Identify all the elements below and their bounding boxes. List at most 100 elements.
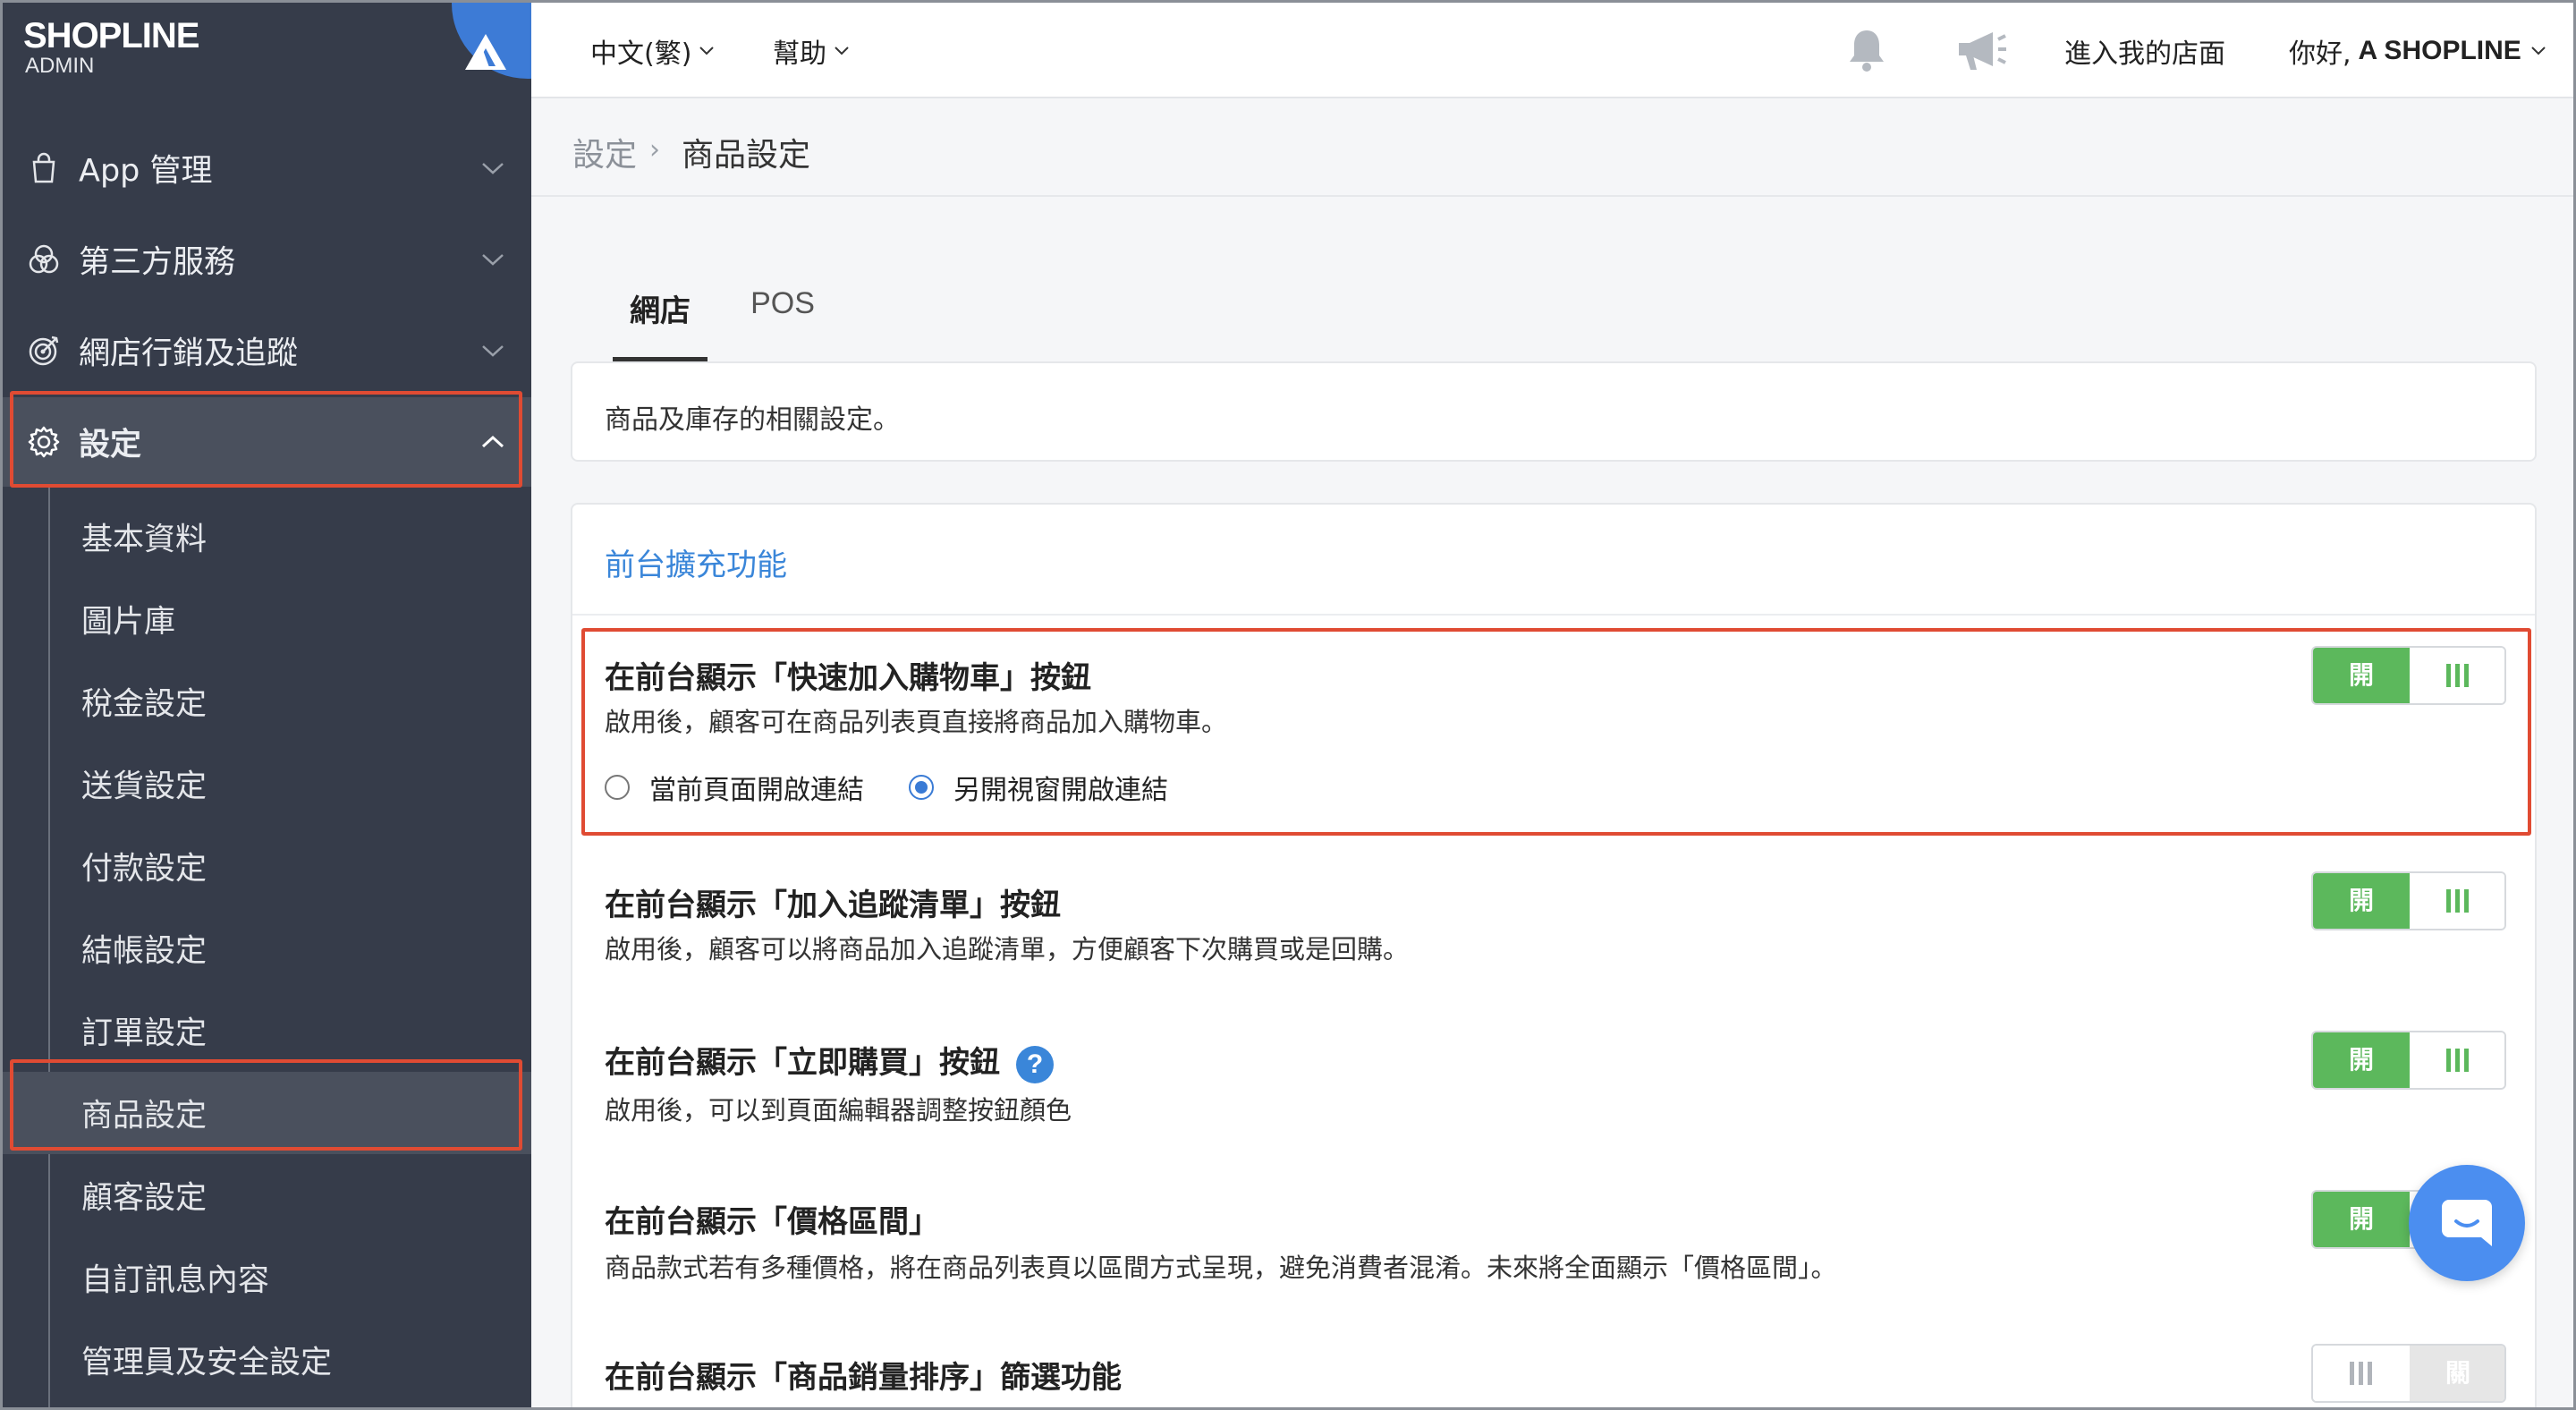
brand-header: SHOPLINE ADMIN xyxy=(0,0,531,98)
submenu-item-order[interactable]: 訂單設定 xyxy=(0,990,531,1072)
toggle-on-label: 開 xyxy=(2313,1032,2410,1088)
submenu-label: 顧客設定 xyxy=(81,1180,208,1217)
submenu-label: 商品設定 xyxy=(81,1098,208,1134)
chevron-down-icon xyxy=(482,345,504,357)
tab-online-store[interactable]: 網店 xyxy=(613,259,708,361)
top-bar: 中文(繁) 幫助 進入我的店面 你好, A SHOPLINE xyxy=(531,0,2576,98)
submenu-label: 結帳設定 xyxy=(81,933,208,970)
toggle-grip-icon xyxy=(2410,648,2504,703)
setting-title: 在前台顯示「商品銷量排序」篩選功能 xyxy=(605,1360,1122,1396)
submenu-item-basic-info[interactable]: 基本資料 xyxy=(0,496,531,578)
setting-title: 在前台顯示「立即購買」按鈕? xyxy=(605,1038,1054,1083)
radio-label: 當前頁面開啟連結 xyxy=(649,775,864,806)
setting-description: 啟用後，可以到頁面編輯器調整按鈕顏色 xyxy=(605,1095,1072,1125)
setting-title-text: 在前台顯示「立即購買」按鈕 xyxy=(605,1045,1000,1081)
sidebar: SHOPLINE ADMIN App 管理 第三方服務 網店行銷及追蹤 設定 基… xyxy=(0,0,531,1410)
target-icon xyxy=(29,336,59,366)
nav-label: 設定 xyxy=(79,427,142,463)
wishlist-toggle[interactable]: 開 xyxy=(2311,871,2506,930)
sales-sort-toggle[interactable]: 關 xyxy=(2311,1344,2506,1403)
nav-third-party[interactable]: 第三方服務 xyxy=(0,215,531,304)
chevron-down-icon xyxy=(835,47,849,55)
radio-label: 另開視窗開啟連結 xyxy=(953,775,1168,806)
setting-sales-sort-filter: 在前台顯示「商品銷量排序」篩選功能 關 xyxy=(572,1319,2535,1410)
chevron-down-icon xyxy=(699,47,715,55)
submenu-label: 稅金設定 xyxy=(81,686,208,723)
brand-subtitle: ADMIN xyxy=(25,54,95,78)
user-menu[interactable]: 你好, A SHOPLINE xyxy=(2289,31,2546,71)
tab-pos[interactable]: POS xyxy=(733,259,832,361)
nav-label: 網店行銷及追蹤 xyxy=(79,336,299,372)
tab-label: POS xyxy=(750,286,815,320)
chat-support-button[interactable] xyxy=(2409,1165,2525,1281)
chevron-down-icon xyxy=(2531,47,2546,55)
breadcrumb-parent[interactable]: 設定 xyxy=(572,129,637,175)
megaphone-icon[interactable] xyxy=(1953,27,2009,75)
chevron-down-icon xyxy=(482,254,504,266)
breadcrumb-separator-icon: › xyxy=(649,134,660,166)
toggle-grip-icon xyxy=(2410,873,2504,929)
toggle-grip-icon xyxy=(2410,1032,2504,1088)
page-description: 商品及庫存的相關設定。 xyxy=(605,404,900,436)
enter-store-link[interactable]: 進入我的店面 xyxy=(2064,31,2225,71)
language-label: 中文(繁) xyxy=(590,38,692,70)
greeting-prefix: 你好, xyxy=(2289,38,2351,70)
submenu-label: 訂單設定 xyxy=(81,1015,208,1052)
submenu-item-product[interactable]: 商品設定 xyxy=(0,1072,531,1154)
chat-icon xyxy=(2442,1200,2492,1246)
nav-marketing-tracking[interactable]: 網店行銷及追蹤 xyxy=(0,306,531,395)
submenu-label: 管理員及安全設定 xyxy=(81,1345,333,1381)
shopline-mark-icon[interactable] xyxy=(463,32,508,72)
help-dropdown[interactable]: 幫助 xyxy=(773,31,850,71)
setting-description: 啟用後，顧客可以將商品加入追蹤清單，方便顧客下次購買或是回購。 xyxy=(605,934,1410,964)
nav-label: App 管理 xyxy=(79,153,213,190)
submenu-item-delivery[interactable]: 送貨設定 xyxy=(0,743,531,825)
shopping-bag-icon xyxy=(32,152,55,183)
setting-description: 啟用後，顧客可在商品列表頁直接將商品加入購物車。 xyxy=(605,707,1228,737)
setting-buy-now: 在前台顯示「立即購買」按鈕? 啟用後，可以到頁面編輯器調整按鈕顏色 開 xyxy=(572,1000,2535,1159)
breadcrumb: 設定 › 商品設定 xyxy=(531,98,2576,197)
setting-price-range: 在前台顯示「價格區間」 商品款式若有多種價格，將在商品列表頁以區間方式呈現，避免… xyxy=(572,1159,2535,1319)
brand-logo-text[interactable]: SHOPLINE xyxy=(23,16,199,56)
nav-label: 第三方服務 xyxy=(79,244,236,281)
buy-now-toggle[interactable]: 開 xyxy=(2311,1031,2506,1090)
submenu-item-admin-security[interactable]: 管理員及安全設定 xyxy=(0,1319,531,1401)
setting-quick-add-to-cart: 在前台顯示「快速加入購物車」按鈕 啟用後，顧客可在商品列表頁直接將商品加入購物車… xyxy=(572,616,2535,841)
submenu-label: 付款設定 xyxy=(81,851,208,888)
link-open-options: 當前頁面開啟連結 另開視窗開啟連結 xyxy=(605,768,1213,807)
chevron-down-icon xyxy=(482,163,504,174)
submenu-label: 自訂訊息內容 xyxy=(81,1262,270,1299)
chevron-up-icon xyxy=(481,435,504,448)
nav-app-management[interactable]: App 管理 xyxy=(0,123,531,213)
toggle-grip-icon xyxy=(2313,1346,2410,1401)
settings-submenu: 基本資料 圖片庫 稅金設定 送貨設定 付款設定 結帳設定 訂單設定 商品設定 顧… xyxy=(0,488,531,1410)
help-question-icon[interactable]: ? xyxy=(1016,1045,1054,1083)
nav-settings[interactable]: 設定 xyxy=(0,397,531,487)
setting-add-to-wishlist: 在前台顯示「加入追蹤清單」按鈕 啟用後，顧客可以將商品加入追蹤清單，方便顧客下次… xyxy=(572,841,2535,1000)
toggle-on-label: 開 xyxy=(2313,1192,2410,1247)
submenu-item-image-library[interactable]: 圖片庫 xyxy=(0,578,531,660)
toggle-off-label: 關 xyxy=(2410,1346,2504,1401)
tab-label: 網店 xyxy=(630,293,691,329)
radio-current-page[interactable] xyxy=(605,775,630,800)
toggle-on-label: 開 xyxy=(2313,873,2410,929)
venn-circles-icon xyxy=(29,244,59,274)
bell-icon[interactable] xyxy=(1842,25,1892,75)
language-dropdown[interactable]: 中文(繁) xyxy=(590,31,715,71)
quick-add-toggle[interactable]: 開 xyxy=(2311,646,2506,705)
submenu-item-tax[interactable]: 稅金設定 xyxy=(0,660,531,743)
setting-title: 在前台顯示「價格區間」 xyxy=(605,1204,939,1240)
submenu-item-payment[interactable]: 付款設定 xyxy=(0,825,531,907)
setting-title: 在前台顯示「快速加入購物車」按鈕 xyxy=(605,660,1091,696)
submenu-item-checkout[interactable]: 結帳設定 xyxy=(0,907,531,990)
frontend-extension-card: 前台擴充功能 在前台顯示「快速加入購物車」按鈕 啟用後，顧客可在商品列表頁直接將… xyxy=(571,503,2537,1410)
submenu-label: 送貨設定 xyxy=(81,769,208,805)
gear-icon xyxy=(28,426,60,458)
submenu-item-custom-message[interactable]: 自訂訊息內容 xyxy=(0,1236,531,1319)
setting-description: 商品款式若有多種價格，將在商品列表頁以區間方式呈現，避免消費者混淆。未來將全面顯… xyxy=(605,1253,1837,1283)
greeting-name: A SHOPLINE xyxy=(2358,36,2521,65)
toggle-on-label: 開 xyxy=(2313,648,2410,703)
radio-new-window[interactable] xyxy=(909,775,934,800)
breadcrumb-current: 商品設定 xyxy=(682,137,811,174)
submenu-item-customer[interactable]: 顧客設定 xyxy=(0,1154,531,1236)
